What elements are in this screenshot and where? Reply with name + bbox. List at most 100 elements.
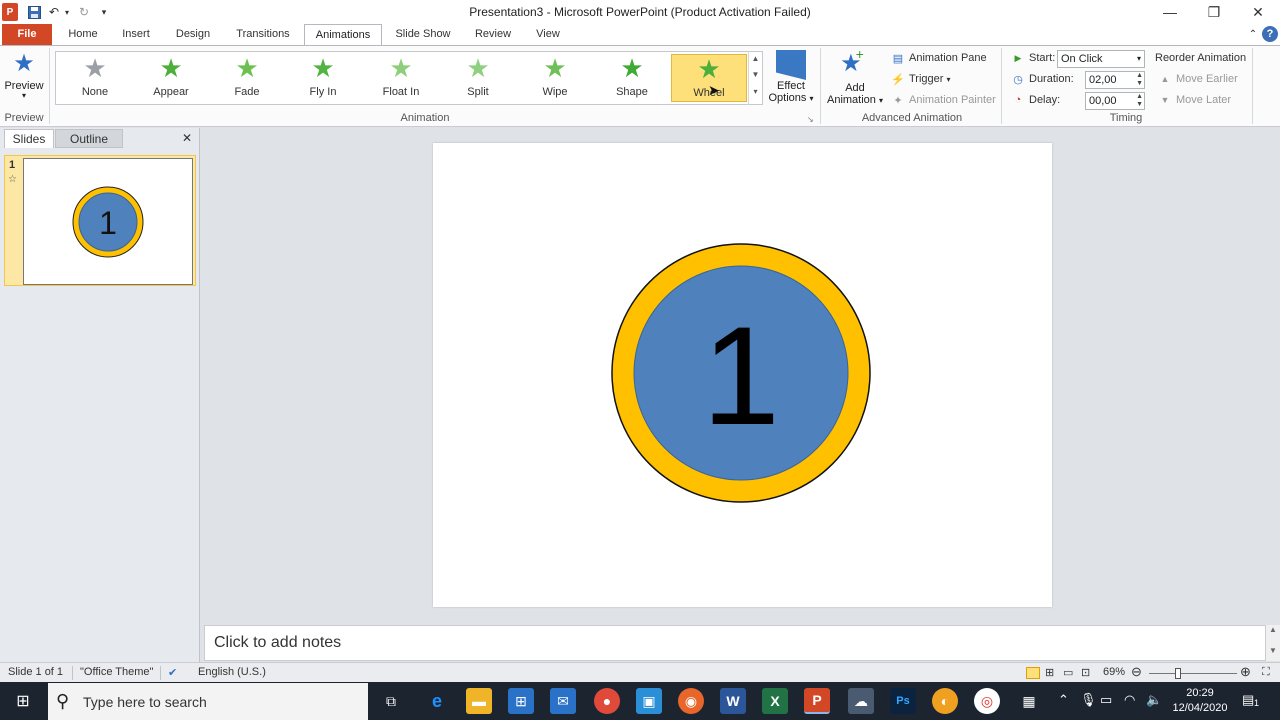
animation-painter-button[interactable]: ✦ Animation Painter <box>890 91 995 109</box>
zoom-slider[interactable] <box>1149 673 1237 674</box>
animation-shape[interactable]: ★ Shape <box>595 54 669 102</box>
duration-input[interactable]: 02,00 ▲ ▼ <box>1085 71 1145 89</box>
scroll-down-icon[interactable]: ▼ <box>1266 646 1280 655</box>
clock-icon: ◷ <box>1013 73 1023 86</box>
zoom-level[interactable]: 69% <box>1103 666 1125 678</box>
animation-appear[interactable]: ★ Appear <box>134 54 208 102</box>
animation-pane-button[interactable]: ▤ Animation Pane <box>890 49 987 67</box>
preview-button[interactable]: ★ Preview ▾ <box>4 50 44 106</box>
close-button[interactable]: ✕ <box>1236 0 1280 24</box>
animation-split[interactable]: ★ Split <box>441 54 515 102</box>
shape-star-icon: ★ <box>620 53 644 83</box>
file-explorer-icon[interactable]: ▬ <box>466 688 492 714</box>
zoom-slider-thumb[interactable] <box>1175 668 1181 679</box>
slide-canvas[interactable]: 1 <box>433 143 1052 607</box>
tab-home[interactable]: Home <box>60 24 106 45</box>
search-icon: ⚲ <box>56 691 70 711</box>
tab-insert[interactable]: Insert <box>114 24 158 45</box>
animation-none[interactable]: ★ None <box>58 54 132 102</box>
zoom-in-icon[interactable]: ⊕ <box>1240 664 1251 680</box>
word-icon[interactable]: W <box>720 688 746 714</box>
gallery-down-icon[interactable]: ▼ <box>749 67 762 83</box>
close-pane-icon[interactable]: ✕ <box>182 131 192 145</box>
tab-transitions[interactable]: Transitions <box>228 24 298 45</box>
delay-spinner-icon[interactable]: ▲ ▼ <box>1136 93 1143 109</box>
ribbon: ★ Preview ▾ Preview ★ None ★ Appear ★ Fa… <box>0 45 1280 127</box>
tab-slide-show[interactable]: Slide Show <box>390 24 456 45</box>
tab-view[interactable]: View <box>528 24 568 45</box>
clock-date: 12/04/2020 <box>1172 702 1228 714</box>
slide-thumbnail[interactable]: 1 <box>23 158 193 285</box>
spelling-check-icon[interactable]: ✔ <box>168 666 177 679</box>
number-badge-text[interactable]: 1 <box>702 297 780 454</box>
scroll-up-icon[interactable]: ▲ <box>1266 625 1280 634</box>
tab-file[interactable]: File <box>2 24 52 45</box>
effect-options-button[interactable]: Effect Options ▾ <box>766 50 816 108</box>
recorder-app-icon[interactable]: ◎ <box>974 688 1000 714</box>
calculator-icon[interactable]: ▦ <box>1016 688 1042 714</box>
normal-view-icon[interactable] <box>1026 667 1040 679</box>
animation-float-in[interactable]: ★ Float In <box>364 54 438 102</box>
gallery-up-icon[interactable]: ▲ <box>749 51 762 67</box>
tab-animations[interactable]: Animations <box>304 24 382 46</box>
move-earlier-button[interactable]: ▲ Move Earlier <box>1157 70 1238 88</box>
tray-chevron-icon[interactable]: ⌃ <box>1058 692 1069 708</box>
slide-sorter-icon[interactable]: ⊞ <box>1045 666 1054 679</box>
wifi-icon[interactable]: ◠ <box>1124 692 1135 708</box>
help-icon[interactable]: ? <box>1262 26 1278 42</box>
mail-icon[interactable]: ✉ <box>550 688 576 714</box>
notifications-icon[interactable]: ▤ <box>1242 692 1254 708</box>
start-dropdown[interactable]: On Click ▾ <box>1057 50 1145 68</box>
app-icon[interactable]: ☁ <box>848 688 874 714</box>
battery-icon[interactable]: ▭ <box>1100 692 1112 708</box>
animation-wipe[interactable]: ★ Wipe <box>518 54 592 102</box>
media-app-icon[interactable]: ◐ <box>932 688 958 714</box>
slide-number: 1 <box>9 159 16 171</box>
slide-thumbnail-selected[interactable]: 1 ☆ 1 <box>4 155 196 286</box>
restore-button[interactable]: ❐ <box>1192 0 1236 24</box>
theme-name[interactable]: "Office Theme" <box>80 666 153 678</box>
volume-icon[interactable]: 🔈 <box>1146 692 1162 708</box>
firefox-icon[interactable]: ◉ <box>678 688 704 714</box>
animation-fade[interactable]: ★ Fade <box>210 54 284 102</box>
animation-star-icon: ☆ <box>8 174 17 185</box>
delay-input[interactable]: 00,00 ▲ ▼ <box>1085 92 1145 110</box>
move-later-button[interactable]: ▼ Move Later <box>1157 91 1232 109</box>
notes-pane[interactable]: Click to add notes <box>204 625 1266 661</box>
windows-start-icon[interactable]: ⊞ <box>10 688 36 714</box>
gallery-scroll[interactable]: ▲ ▼ ▾ <box>748 51 762 105</box>
editor-scrollbar[interactable] <box>1266 128 1280 622</box>
trigger-button[interactable]: ⚡ Trigger ▾ <box>890 70 950 88</box>
clock[interactable]: 20:29 12/04/2020 <box>1166 686 1234 716</box>
powerpoint-taskbar-icon[interactable]: P <box>804 688 830 714</box>
fit-to-window-icon[interactable]: ⛶ <box>1262 666 1270 679</box>
dialog-launcher-icon[interactable]: ↘ <box>807 115 814 124</box>
ribbon-collapse-icon[interactable]: ⌃ <box>1246 24 1260 45</box>
slide-show-icon[interactable]: ⊡ <box>1081 666 1090 679</box>
minimize-button[interactable]: — <box>1148 0 1192 24</box>
edge-browser-icon[interactable]: e <box>424 688 450 714</box>
notes-placeholder[interactable]: Click to add notes <box>214 634 341 652</box>
store-icon[interactable]: ⊞ <box>508 688 534 714</box>
tab-slides[interactable]: Slides <box>4 129 54 148</box>
reading-view-icon[interactable]: ▭ <box>1063 666 1073 679</box>
excel-icon[interactable]: X <box>762 688 788 714</box>
tab-review[interactable]: Review <box>468 24 518 45</box>
notes-scrollbar[interactable]: ▲ ▼ <box>1266 625 1280 661</box>
microphone-icon[interactable]: 🎙 <box>1080 692 1097 708</box>
task-view-icon[interactable]: ⧉ <box>378 688 404 714</box>
taskbar-search[interactable]: ⚲ Type here to search <box>48 683 368 720</box>
zoom-out-icon[interactable]: ⊖ <box>1131 664 1142 680</box>
app-window-icon[interactable]: ▣ <box>636 688 662 714</box>
gallery-more-icon[interactable]: ▾ <box>749 83 762 101</box>
tab-design[interactable]: Design <box>168 24 218 45</box>
language[interactable]: English (U.S.) <box>198 666 266 678</box>
duration-spinner-icon[interactable]: ▲ ▼ <box>1136 72 1143 88</box>
chrome-icon[interactable]: ● <box>594 688 620 714</box>
add-animation-button[interactable]: ★+ Add Animation ▾ <box>824 46 886 110</box>
photoshop-icon[interactable]: Ps <box>890 688 916 714</box>
tab-outline[interactable]: Outline <box>55 129 123 148</box>
animation-fly-in[interactable]: ★ Fly In <box>286 54 360 102</box>
restore-icon: ❐ <box>1207 3 1221 20</box>
split-star-icon: ★ <box>466 53 490 83</box>
